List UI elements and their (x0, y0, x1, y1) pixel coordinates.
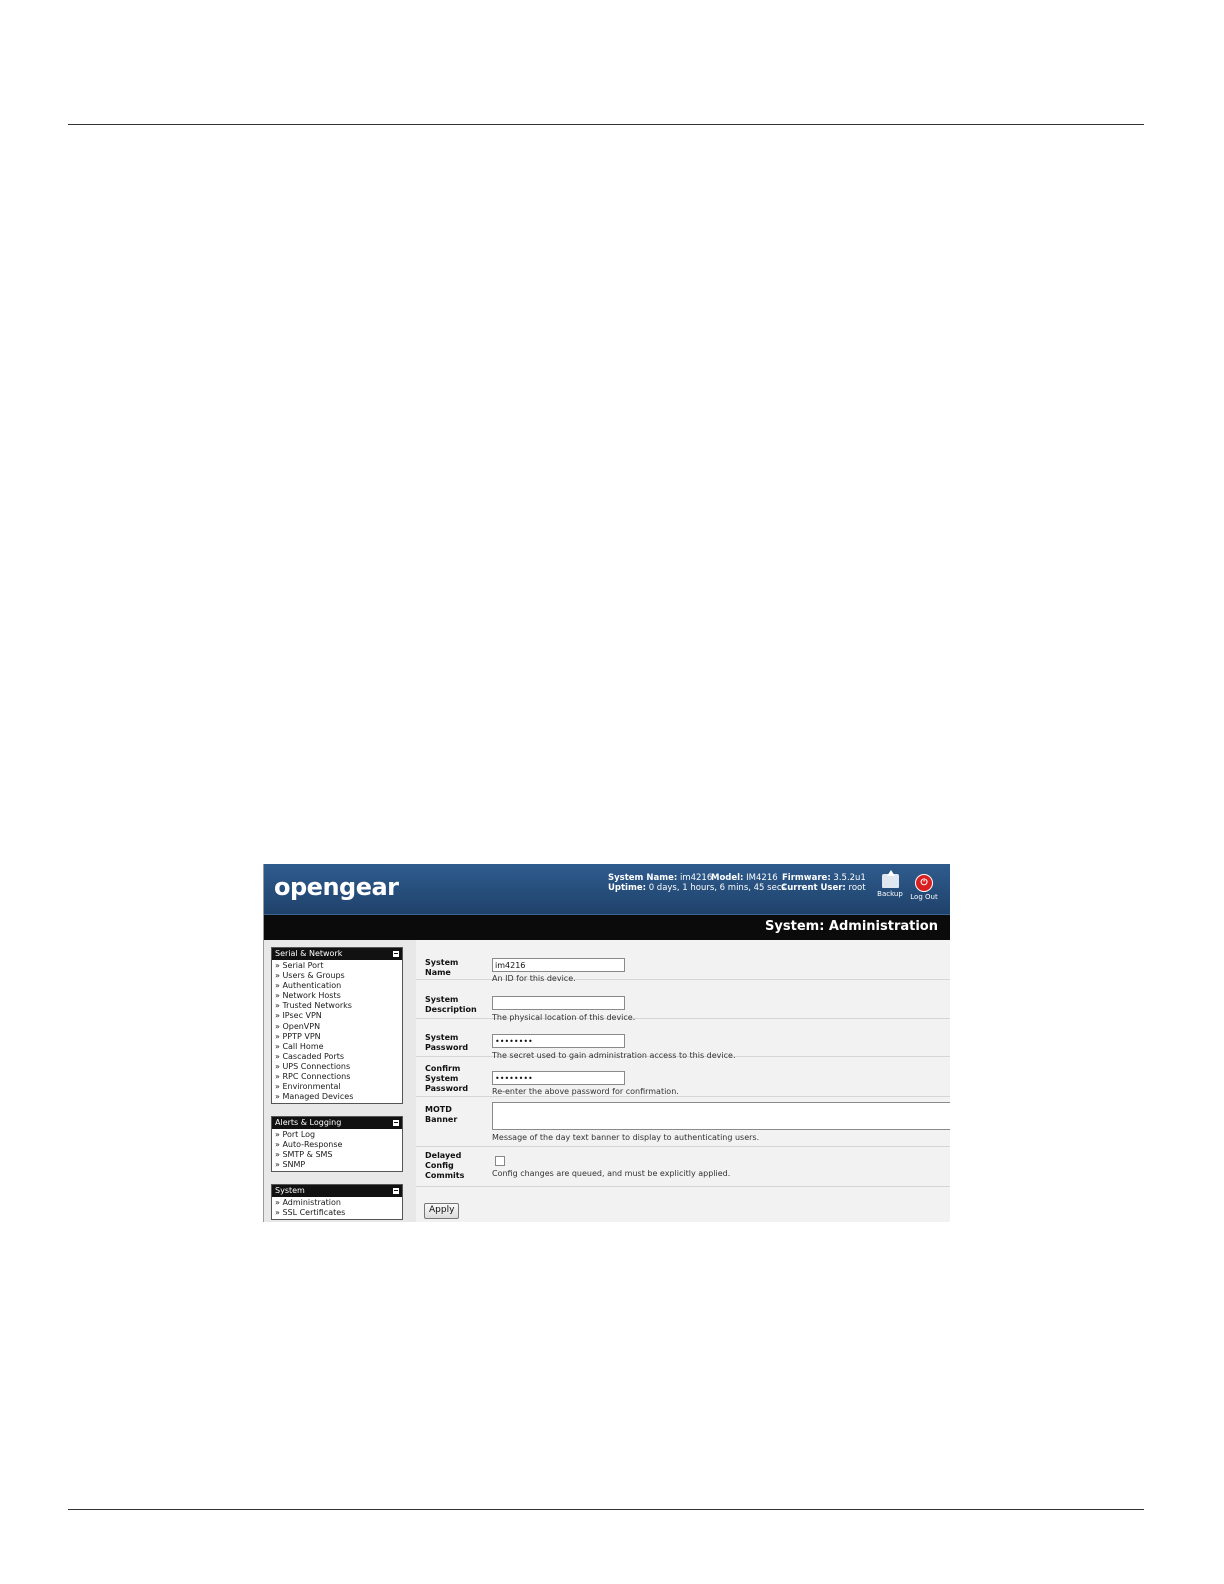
form-row-confirm-password: Confirm System Password •••••••• Re-ente… (416, 1056, 950, 1097)
form-row-system-password: System Password •••••••• The secret used… (416, 1018, 950, 1060)
apply-button[interactable]: Apply (424, 1203, 460, 1219)
current-user-label: Current User: (781, 883, 846, 893)
sidebar-item-snmp[interactable]: SNMP (275, 1160, 402, 1170)
field-label: MOTD Banner (425, 1105, 487, 1125)
sidebar-item-ipsec-vpn[interactable]: IPsec VPN (275, 1011, 402, 1021)
collapse-icon[interactable] (393, 951, 399, 957)
label-line: Confirm (425, 1064, 461, 1073)
field-help: Message of the day text banner to displa… (492, 1133, 760, 1142)
sidebar-item-ssl-certificates[interactable]: SSL Certificates (275, 1208, 402, 1218)
sidebar-item-cascaded-ports[interactable]: Cascaded Ports (275, 1052, 402, 1062)
page-title: System: Administration (765, 919, 938, 934)
label-line: Banner (425, 1115, 458, 1124)
sidebar-item-openvpn[interactable]: OpenVPN (275, 1022, 402, 1032)
sidebar-item-network-hosts[interactable]: Network Hosts (275, 991, 402, 1001)
sidebar-item-serial-port[interactable]: Serial Port (275, 961, 402, 971)
sidebar-item-environmental[interactable]: Environmental (275, 1082, 402, 1092)
sidebar-item-trusted-networks[interactable]: Trusted Networks (275, 1001, 402, 1011)
label-line: Description (425, 1005, 477, 1014)
sidebar-item-smtp-sms[interactable]: SMTP & SMS (275, 1150, 402, 1160)
confirm-password-input[interactable]: •••••••• (492, 1071, 625, 1085)
label-line: Password (425, 1084, 469, 1093)
label-line: System (425, 1033, 459, 1042)
menu-title: Serial & Network (275, 949, 343, 958)
sidebar: Serial & Network Serial Port Users & Gro… (264, 940, 416, 1222)
field-help: Config changes are queued, and must be e… (492, 1169, 731, 1178)
menu-serial-network: Serial & Network Serial Port Users & Gro… (271, 947, 403, 1105)
form-row-system-description: System Description The physical location… (416, 980, 950, 1022)
sidebar-item-pptp-vpn[interactable]: PPTP VPN (275, 1032, 402, 1042)
firmware-value: 3.5.2u1 (833, 873, 866, 883)
sidebar-item-managed-devices[interactable]: Managed Devices (275, 1092, 402, 1102)
system-name-input[interactable]: im4216 (492, 958, 625, 972)
menu-header[interactable]: Alerts & Logging (272, 1117, 402, 1129)
current-user-status: Current User: root (781, 883, 866, 893)
field-label: System Description (425, 995, 487, 1015)
form-row-motd: MOTD Banner Message of the day text bann… (416, 1097, 950, 1147)
collapse-icon[interactable] (393, 1188, 399, 1194)
label-line: Delayed (425, 1151, 462, 1160)
form-row-delayed-commits: Delayed Config Commits Config changes ar… (416, 1147, 950, 1187)
admin-screenshot: opengear System Name: im4216 Model: IM42… (263, 864, 950, 1222)
firmware-status: Firmware: 3.5.2u1 (782, 873, 866, 883)
field-label: Confirm System Password (425, 1064, 487, 1094)
label-line: System (425, 958, 459, 967)
menu-alerts-logging: Alerts & Logging Port Log Auto-Response … (271, 1116, 403, 1173)
sidebar-item-administration[interactable]: Administration (275, 1198, 402, 1208)
menu-title: System (275, 1186, 305, 1195)
logout-button[interactable]: ⏻ Log Out (910, 874, 938, 901)
admin-form: System Name im4216 An ID for this device… (416, 940, 950, 1222)
backup-icon (881, 870, 899, 888)
field-label: System Name (425, 958, 487, 978)
app-header: opengear System Name: im4216 Model: IM42… (264, 864, 950, 914)
system-name-value: im4216 (679, 873, 713, 883)
menu-header[interactable]: Serial & Network (272, 948, 402, 960)
label-line: System (425, 1074, 459, 1083)
sidebar-item-auto-response[interactable]: Auto-Response (275, 1140, 402, 1150)
menu-title: Alerts & Logging (275, 1118, 342, 1127)
field-label: System Password (425, 1033, 487, 1053)
model-value: IM4216 (746, 873, 778, 883)
opengear-logo[interactable]: opengear (274, 873, 399, 901)
uptime-status: Uptime: 0 days, 1 hours, 6 mins, 45 secs (608, 883, 786, 893)
motd-banner-textarea[interactable] (492, 1102, 950, 1130)
system-name-status: System Name: im4216 (608, 873, 712, 883)
page-bottom-rule (68, 1509, 1144, 1510)
label-line: Password (425, 1043, 469, 1052)
sidebar-item-rpc-connections[interactable]: RPC Connections (275, 1072, 402, 1082)
menu-header[interactable]: System (272, 1185, 402, 1197)
uptime-label: Uptime: (608, 883, 646, 893)
model-label: Model: (711, 873, 744, 883)
logout-label: Log Out (910, 893, 938, 901)
system-name-label: System Name: (608, 873, 678, 883)
sidebar-item-authentication[interactable]: Authentication (275, 981, 402, 991)
sidebar-item-call-home[interactable]: Call Home (275, 1042, 402, 1052)
sidebar-item-port-log[interactable]: Port Log (275, 1130, 402, 1140)
menu-system: System Administration SSL Certificates (271, 1184, 403, 1221)
label-line: Commits (425, 1171, 465, 1180)
field-help: Re-enter the above password for confirma… (492, 1087, 679, 1096)
system-description-input[interactable] (492, 996, 625, 1010)
backup-label: Backup (877, 890, 903, 898)
label-line: MOTD (425, 1105, 452, 1114)
firmware-label: Firmware: (782, 873, 831, 883)
sidebar-item-users-groups[interactable]: Users & Groups (275, 971, 402, 981)
title-bar: System: Administration (264, 914, 950, 941)
label-line: System (425, 995, 459, 1004)
backup-button[interactable]: Backup (876, 870, 904, 898)
current-user-value: root (848, 883, 866, 893)
uptime-value: 0 days, 1 hours, 6 mins, 45 secs (648, 883, 786, 893)
page-top-rule (68, 124, 1144, 125)
label-line: Config (425, 1161, 454, 1170)
power-icon: ⏻ (915, 874, 933, 892)
collapse-icon[interactable] (393, 1120, 399, 1126)
sidebar-item-ups-connections[interactable]: UPS Connections (275, 1062, 402, 1072)
system-password-input[interactable]: •••••••• (492, 1034, 625, 1048)
label-line: Name (425, 968, 451, 977)
delayed-commits-checkbox[interactable] (495, 1156, 505, 1166)
model-status: Model: IM4216 (711, 873, 778, 883)
field-label: Delayed Config Commits (425, 1151, 487, 1181)
form-row-system-name: System Name im4216 An ID for this device… (416, 940, 950, 983)
